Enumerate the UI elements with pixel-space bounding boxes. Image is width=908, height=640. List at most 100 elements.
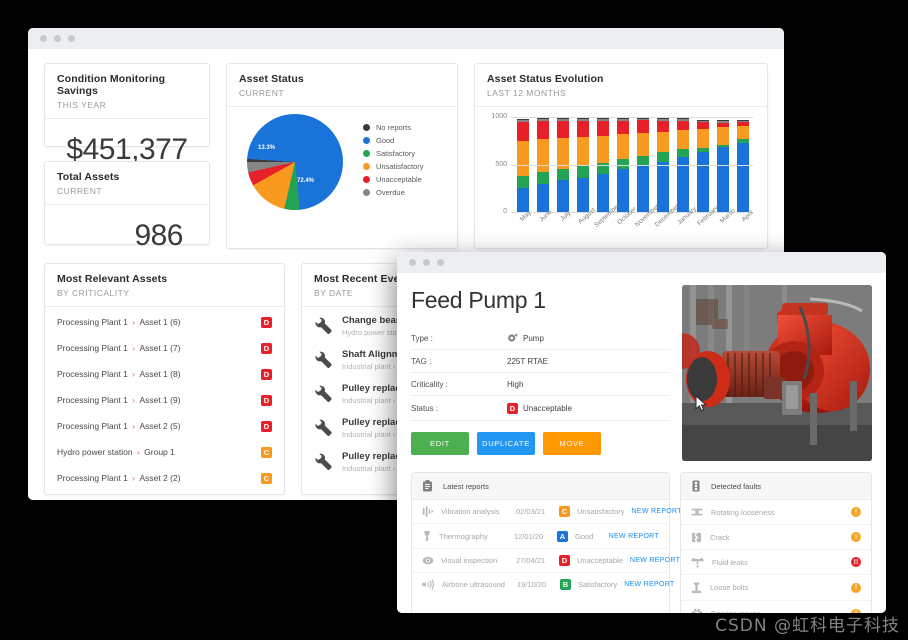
detected-faults-header: Detected faults xyxy=(681,473,871,500)
savings-card: Condition Monitoring Savings THIS YEAR $… xyxy=(44,63,210,147)
relevant-assets-list: Processing Plant 1 › Asset 1 (6)DProcess… xyxy=(45,307,284,493)
pie-label-unsatisfactory: 13.3% xyxy=(258,145,275,151)
leak-icon xyxy=(691,557,704,568)
bar-segment xyxy=(557,121,569,138)
pie-chart: 72.4% 13.3% xyxy=(241,110,349,214)
asset-status-card-subtitle: CURRENT xyxy=(239,88,445,98)
relevant-assets-header: Most Relevant Assets BY CRITICALITY xyxy=(45,264,284,307)
x-axis-tick: August xyxy=(574,212,594,246)
list-item[interactable]: Processing Plant 1 › Asset 1 (9)D xyxy=(45,387,284,413)
x-axis-tick: January xyxy=(674,212,694,246)
x-axis-tick: February xyxy=(695,212,715,246)
report-name: Vibration analysis xyxy=(441,507,509,516)
total-assets-value: 986 xyxy=(45,205,209,269)
close-icon[interactable] xyxy=(409,259,416,266)
status-badge: A xyxy=(557,531,568,542)
legend-swatch-icon xyxy=(363,150,370,157)
maximize-icon[interactable] xyxy=(68,35,75,42)
detected-faults-panel: Detected faults Rotating looseness!Crack… xyxy=(680,472,872,613)
property-row: Type : Pump xyxy=(411,326,670,350)
legend-label: Satisfactory xyxy=(376,149,415,158)
status-badge: D xyxy=(261,317,272,328)
watermark: CSDN @虹科电子科技 xyxy=(715,611,900,636)
asset-photo xyxy=(682,285,872,461)
list-item[interactable]: Hydro power station › Group 1 C xyxy=(45,439,284,465)
bar-segment xyxy=(697,152,709,212)
legend-item: Unsatisfactory xyxy=(363,162,424,171)
latest-reports-panel: Latest reports Vibration analysis02/03/2… xyxy=(411,472,670,613)
bar-plot-area: 05001000 xyxy=(511,117,753,212)
detail-action-buttons: EDIT DUPLICATE MOVE xyxy=(411,432,670,455)
minimize-icon[interactable] xyxy=(423,259,430,266)
list-item[interactable]: Processing Plant 1 › Asset 2 (5)D xyxy=(45,413,284,439)
x-axis-tick: November xyxy=(634,212,654,246)
x-axis-tick: July xyxy=(553,212,573,246)
report-name: Thermography xyxy=(439,532,507,541)
severity-icon: ! xyxy=(851,583,861,593)
property-value: 225T RTAE xyxy=(507,357,548,366)
bar-segment xyxy=(717,127,729,146)
report-row: Airbone ultrasound19/10/20BSatisfactoryN… xyxy=(412,573,669,596)
legend-label: Unsatisfactory xyxy=(376,162,424,171)
bar-segment xyxy=(577,178,589,212)
total-assets-card: Total Assets CURRENT 986 xyxy=(44,161,210,245)
legend-swatch-icon xyxy=(363,189,370,196)
asset-path: Hydro power station › Group 1 xyxy=(57,447,175,457)
total-assets-card-header: Total Assets CURRENT xyxy=(45,162,209,205)
list-item[interactable]: Processing Plant 1 › Asset 1 (8)D xyxy=(45,361,284,387)
new-report-link[interactable]: NEW REPORT xyxy=(632,508,682,515)
latest-reports-header: Latest reports xyxy=(412,473,669,500)
relevant-assets-subtitle: BY CRITICALITY xyxy=(57,288,272,298)
detail-body: Feed Pump 1 Type :PumpTAG :225T RTAECrit… xyxy=(397,273,886,613)
property-value-text: 225T RTAE xyxy=(507,357,548,366)
status-badge: D xyxy=(261,395,272,406)
bar-segment xyxy=(537,184,549,213)
property-value: High xyxy=(507,380,523,389)
detected-faults-title: Detected faults xyxy=(711,482,761,491)
asset-evolution-card-subtitle: LAST 12 MONTHS xyxy=(487,88,755,98)
asset-path: Processing Plant 1 › Asset 2 (5) xyxy=(57,421,181,431)
list-item[interactable]: Processing Plant 1 › Asset 1 (7)D xyxy=(45,335,284,361)
list-item[interactable]: Processing Plant 1 › Asset 2 (2)C xyxy=(45,465,284,491)
property-row: TAG :225T RTAE xyxy=(411,350,670,373)
property-value: Pump xyxy=(507,333,544,343)
edit-button[interactable]: EDIT xyxy=(411,432,469,455)
fault-row: Crack! xyxy=(681,525,871,550)
status-badge: C xyxy=(261,447,272,458)
status-badge: C xyxy=(559,506,570,517)
looseness-icon xyxy=(691,507,703,518)
new-report-link[interactable]: NEW REPORT xyxy=(630,557,680,564)
duplicate-button[interactable]: DUPLICATE xyxy=(477,432,535,455)
new-report-link[interactable]: NEW REPORT xyxy=(624,581,674,588)
x-axis-tick: April xyxy=(735,212,755,246)
list-item[interactable]: Processing Plant 1 › Asset 1 (6)D xyxy=(45,309,284,335)
property-value-text: Pump xyxy=(523,334,544,343)
ultrasound-icon xyxy=(422,579,435,590)
legend-swatch-icon xyxy=(363,124,370,131)
property-label: Type : xyxy=(411,334,507,343)
close-icon[interactable] xyxy=(40,35,47,42)
asset-status-pie-body: 72.4% 13.3% No reportsGoodSatisfactoryUn… xyxy=(227,107,457,219)
bar-segment xyxy=(737,143,749,212)
bar-segment xyxy=(617,121,629,135)
move-button[interactable]: MOVE xyxy=(543,432,601,455)
wrench-icon xyxy=(314,315,333,337)
bar-segment xyxy=(657,132,669,153)
legend-swatch-icon xyxy=(363,176,370,183)
bar-segment xyxy=(557,180,569,212)
legend-label: Unacceptable xyxy=(376,175,422,184)
legend-label: No reports xyxy=(376,123,411,132)
x-axis-tick-label: May xyxy=(519,210,533,223)
legend-label: Overdue xyxy=(376,188,405,197)
new-report-link[interactable]: NEW REPORT xyxy=(609,533,659,540)
dashboard-titlebar xyxy=(28,28,784,49)
pie-label-good: 72.4% xyxy=(297,178,314,184)
minimize-icon[interactable] xyxy=(54,35,61,42)
y-axis-tick: 1000 xyxy=(487,113,507,120)
asset-detail-window: Feed Pump 1 Type :PumpTAG :225T RTAECrit… xyxy=(397,252,886,613)
asset-status-card-header: Asset Status CURRENT xyxy=(227,64,457,107)
bar-segment xyxy=(597,174,609,212)
wrench-icon xyxy=(314,417,333,439)
report-row: Vibration analysis02/03/21CUnsatisfactor… xyxy=(412,500,669,524)
maximize-icon[interactable] xyxy=(437,259,444,266)
